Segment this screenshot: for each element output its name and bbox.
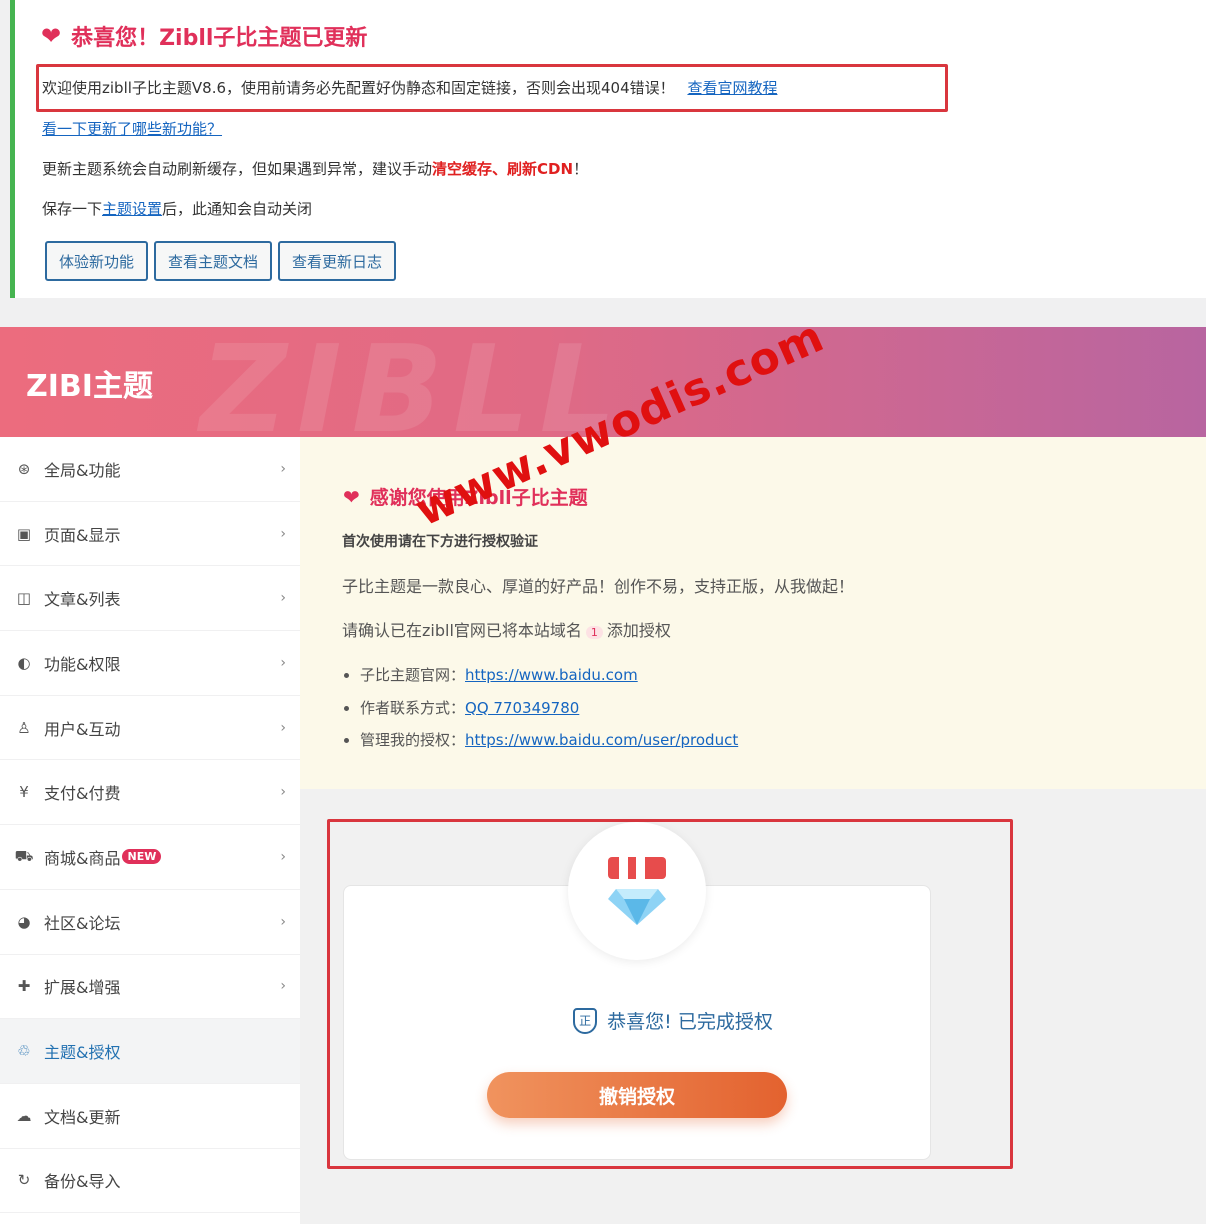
notice-buttons: 体验新功能 查看主题文档 查看更新日志 [45,241,397,281]
auth-message: 正 恭喜您! 已完成授权 [330,1007,1016,1034]
list-item: 子比主题官网：https://www.baidu.com [360,659,738,692]
chevron-right-icon: › [280,719,286,736]
banner-title: ZIBI主题 [26,369,153,404]
count-badge: 1 [585,626,603,639]
theme-docs-button[interactable]: 查看主题文档 [154,241,273,281]
license-icon: ♲ [17,1042,31,1061]
community-icon: ◕ [17,912,31,931]
sidebar-item-label: 用户&互动 [44,719,121,739]
sidebar-item-label: 文档&更新 [44,1107,121,1127]
notice-title: ❤ 恭喜您！Zibll子比主题已更新 [41,20,367,52]
refresh-cdn-text: 刷新CDN [507,160,574,178]
chevron-right-icon: › [280,590,286,607]
shield-badge-icon: 正 [573,1007,598,1034]
save-prefix: 保存一下 [42,200,103,218]
sidebar-item-payment[interactable]: ¥ 支付&付费 › [0,760,300,826]
changelog-button[interactable]: 查看更新日志 [278,241,397,281]
domain-note-suffix: 添加授权 [606,621,671,640]
contact-qq-link[interactable]: QQ 770349780 [465,699,579,717]
chevron-right-icon: › [280,913,286,930]
link-label: 管理我的授权： [360,731,466,749]
domain-note-prefix: 请确认已在zibll官网已将本站域名 [342,621,582,640]
puzzle-icon: ✚ [17,977,31,996]
whats-new-line: 看一下更新了哪些新功能？ [42,118,222,139]
backup-icon: ↻ [17,1171,31,1190]
auth-icon-circle [568,822,706,960]
sidebar-item-label: 全局&功能 [44,460,121,480]
sidebar-item-label: 文章&列表 [44,590,121,610]
cloud-icon: ☁ [16,1106,32,1125]
sidebar-item-label: 支付&付费 [44,784,121,804]
notice-title-text: 恭喜您！Zibll子比主题已更新 [71,26,368,51]
list-item: 作者联系方式：QQ 770349780 [360,692,738,725]
sidebar-item-posts[interactable]: ◫ 文章&列表 › [0,566,300,632]
sidebar-item-global[interactable]: ⊛ 全局&功能 › [0,437,300,502]
list-item: 管理我的授权：https://www.baidu.com/user/produc… [360,724,738,757]
sidebar-item-shop[interactable]: ⛟ 商城&商品 NEW › [0,825,300,890]
chevron-right-icon: › [280,784,286,801]
info-paragraph: 子比主题是一款良心、厚道的好产品！创作不易，支持正版，从我做起！ [342,577,855,596]
save-line: 保存一下主题设置后，此通知会自动关闭 [42,198,312,219]
sidebar-item-forum[interactable]: ◕ 社区&论坛 › [0,890,300,955]
manage-license-link[interactable]: https://www.baidu.com/user/product [465,731,738,749]
welcome-text: 欢迎使用zibll子比主题V8.6，使用前请务必先配置好伪静态和固定链接，否则会… [42,79,675,97]
user-icon: ♙ [17,718,31,737]
tutorial-link[interactable]: 查看官网教程 [687,79,777,97]
global-icon: ⊛ [17,459,31,478]
auth-message-text: 恭喜您! 已完成授权 [607,1011,773,1033]
chevron-right-icon: › [280,525,286,542]
chevron-right-icon: › [280,978,286,995]
update-notice: ❤ 恭喜您！Zibll子比主题已更新 欢迎使用zibll子比主题V8.6，使用前… [10,0,1206,298]
chevron-right-icon: › [280,848,286,865]
cache-suffix: ！ [573,160,589,178]
welcome-line: 欢迎使用zibll子比主题V8.6，使用前请务必先配置好伪静态和固定链接，否则会… [42,77,777,98]
cache-separator: 、 [492,160,508,178]
settings-sidebar: ⊛ 全局&功能 › ▣ 页面&显示 › ◫ 文章&列表 › ◐ 功能&权限 › … [0,437,300,1224]
theme-settings-link[interactable]: 主题设置 [102,200,162,218]
clear-cache-text: 清空缓存 [432,160,493,178]
link-label: 作者联系方式： [360,698,466,717]
auth-highlight-frame: 正 恭喜您! 已完成授权 撤销授权 [327,819,1013,1169]
chevron-right-icon: › [280,654,286,671]
map-icon: ◫ [16,589,32,608]
calendar-icon: ▣ [16,524,32,543]
sidebar-item-label: 商城&商品 [44,848,121,868]
sidebar-item-label: 功能&权限 [44,654,121,674]
info-links: 子比主题官网：https://www.baidu.com 作者联系方式：QQ 7… [360,659,738,757]
sidebar-item-extensions[interactable]: ✚ 扩展&增强 › [0,955,300,1020]
sidebar-item-docs[interactable]: ☁ 文档&更新 [0,1084,300,1149]
cache-line: 更新主题系统会自动刷新缓存，但如果遇到异常，建议手动清空缓存、刷新CDN！ [42,158,588,179]
sidebar-item-permissions[interactable]: ◐ 功能&权限 › [0,631,300,696]
shield-icon: ◐ [17,653,31,672]
official-site-link[interactable]: https://www.baidu.com [465,666,638,684]
info-subtitle: 首次使用请在下方进行授权验证 [342,534,538,550]
sidebar-item-label: 备份&导入 [44,1172,121,1192]
cart-icon: ⛟ [14,846,34,865]
chevron-right-icon: › [280,460,286,477]
link-label: 子比主题官网： [360,666,466,684]
sidebar-item-license[interactable]: ♲ 主题&授权 [0,1019,300,1084]
main-content: ❤ 感谢您使用Zibll子比主题 首次使用请在下方进行授权验证 子比主题是一款良… [300,437,1206,1224]
save-suffix: 后，此通知会自动关闭 [162,200,313,218]
sidebar-item-users[interactable]: ♙ 用户&互动 › [0,696,300,761]
whats-new-link[interactable]: 看一下更新了哪些新功能？ [42,120,222,138]
cache-text: 更新主题系统会自动刷新缓存，但如果遇到异常，建议手动 [42,160,433,178]
revoke-license-button[interactable]: 撤销授权 [487,1072,787,1118]
sidebar-item-label: 扩展&增强 [44,978,121,998]
heart-icon: ❤ [41,22,62,50]
new-badge: NEW [122,849,162,865]
try-features-button[interactable]: 体验新功能 [45,241,149,281]
sidebar-item-backup[interactable]: ↻ 备份&导入 [0,1149,300,1214]
sidebar-item-label: 社区&论坛 [44,913,121,933]
yen-icon: ¥ [19,783,29,802]
sidebar-item-page-display[interactable]: ▣ 页面&显示 › [0,502,300,567]
sidebar-item-label: 页面&显示 [44,525,121,545]
sidebar-item-label: 主题&授权 [44,1043,121,1063]
heart-icon: ❤ [343,484,360,509]
diamond-shop-icon [608,857,666,925]
domain-note: 请确认已在zibll官网已将本站域名 1 添加授权 [342,617,671,641]
